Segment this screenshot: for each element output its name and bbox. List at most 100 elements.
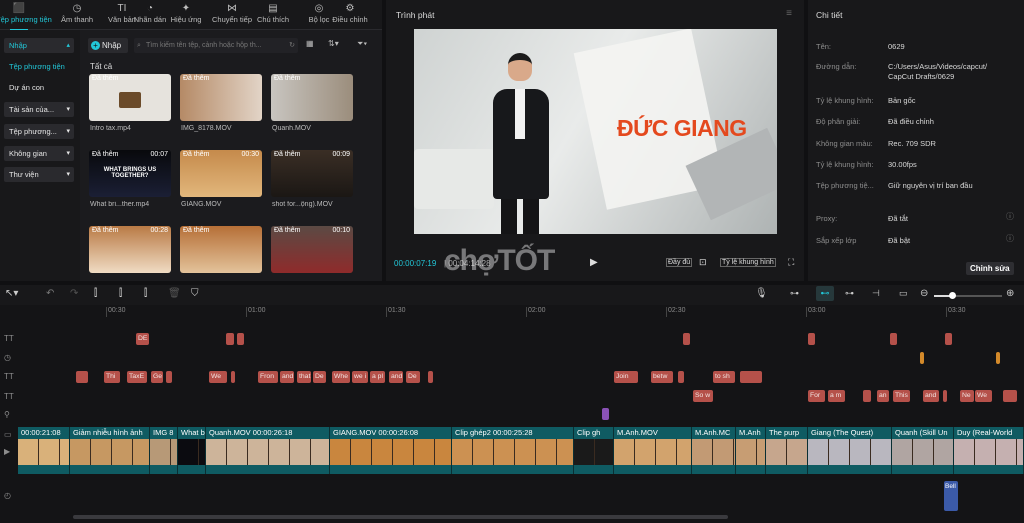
nav-space[interactable]: Không gian ▾ [4, 146, 74, 161]
text-clip[interactable] [428, 371, 433, 383]
import-button[interactable]: + Nhập [88, 38, 128, 53]
video-clip[interactable]: IMG 8 [150, 427, 178, 474]
select-tool-icon[interactable]: ↖▾ [5, 288, 18, 299]
video-clip[interactable]: Quanh.MOV 00:00:26:18 [206, 427, 330, 474]
text-clip[interactable] [231, 371, 235, 383]
toolbar-tab-0[interactable]: ⬛ Tệp phương tiện [0, 2, 52, 31]
text-clip[interactable]: This [893, 390, 910, 402]
media-thumbnail[interactable]: Đã thêm 00:10 [271, 226, 353, 273]
grid-view-icon[interactable]: ▦ [306, 39, 314, 48]
fullscreen-icon[interactable]: ⛶ [788, 257, 794, 268]
media-thumbnail[interactable]: Đã thêm 00:07 WHAT BRINGS US TOGETHER? [89, 150, 171, 197]
text-clip[interactable]: an [877, 390, 889, 402]
text-clip[interactable] [808, 333, 815, 345]
delete-icon[interactable]: 🗑 [168, 288, 181, 299]
video-clip[interactable]: The purp [766, 427, 808, 474]
media-thumbnail[interactable]: Đã thêm 00:09 [271, 150, 353, 197]
zoom-in-icon[interactable]: ⊕ [1006, 288, 1014, 299]
text-clip[interactable]: Thi [104, 371, 120, 383]
text-clip[interactable] [76, 371, 88, 383]
text-clip[interactable]: to sh [713, 371, 735, 383]
redo-icon[interactable]: ↷ [70, 288, 78, 299]
sticker-clip[interactable] [602, 408, 609, 420]
split-icon[interactable]: ⫿ [94, 288, 97, 299]
play-icon[interactable]: ▶ [590, 257, 598, 268]
video-clip[interactable]: GIANG.MOV 00:00:26:08 [330, 427, 452, 474]
text-clip[interactable]: that [297, 371, 311, 383]
text-clip[interactable]: So w [693, 390, 713, 402]
media-thumbnail[interactable]: Đã thêm [180, 74, 262, 121]
sort-icon[interactable]: ⇅▾ [328, 39, 339, 48]
microphone-icon[interactable]: 🎙 [755, 288, 768, 299]
align-icon[interactable]: ⊣ [872, 288, 880, 299]
snapshot-icon[interactable]: ⊡ [699, 257, 707, 268]
nav-assets[interactable]: Tài sản của... ▾ [4, 102, 74, 117]
text-clip[interactable]: a pl [370, 371, 385, 383]
text-clip[interactable] [678, 371, 684, 383]
text-clip[interactable]: For [808, 390, 825, 402]
nav-project[interactable]: Dự án con [4, 80, 74, 95]
text-clip[interactable] [945, 333, 952, 345]
toolbar-tab-8[interactable]: ⚙ Điều chỉnh [327, 2, 373, 24]
text-clip[interactable]: We [209, 371, 227, 383]
nav-library[interactable]: Thư viện ▾ [4, 167, 74, 182]
search-input[interactable]: ⌕ Tìm kiếm tên tệp, cảnh hoặc hộp th... … [134, 38, 298, 53]
effect-clip[interactable] [996, 352, 1000, 364]
nav-media2[interactable]: Tệp phương... ▾ [4, 124, 74, 139]
video-clip[interactable]: Duy (Real-World [954, 427, 1024, 474]
zoom-slider-handle[interactable] [949, 292, 956, 299]
text-clip[interactable] [890, 333, 897, 345]
toolbar-tab-5[interactable]: ⋈ Chuyển tiếp [209, 2, 255, 24]
video-clip[interactable]: Clip gh [574, 427, 614, 474]
nav-media[interactable]: Tệp phương tiện [4, 59, 74, 74]
text-clip[interactable] [943, 390, 947, 402]
text-clip[interactable]: a m [828, 390, 845, 402]
text-clip[interactable] [863, 390, 871, 402]
media-thumbnail[interactable]: Đã thêm [89, 74, 171, 121]
video-clip[interactable]: M.Anh.MC [692, 427, 736, 474]
split-right-icon[interactable]: ⫿ [144, 288, 147, 299]
text-clip[interactable]: Ge [151, 371, 163, 383]
undo-icon[interactable]: ↶ [46, 288, 54, 299]
aspect-ratio-button[interactable]: Tỷ lệ khung hình [720, 258, 776, 267]
text-clip[interactable]: TaxE [127, 371, 147, 383]
magnet-icon[interactable]: ⊷ [816, 286, 834, 301]
text-clip[interactable]: Whe [332, 371, 350, 383]
media-thumbnail[interactable]: Đã thêm 00:28 [89, 226, 171, 273]
media-thumbnail[interactable]: Đã thêm [271, 74, 353, 121]
text-clip[interactable] [683, 333, 690, 345]
video-clip[interactable]: Giảm nhiễu hình ảnh [70, 427, 150, 474]
split-left-icon[interactable]: ⫿ [119, 288, 122, 299]
text-clip[interactable] [166, 371, 172, 383]
text-clip[interactable]: we i [352, 371, 368, 383]
video-preview[interactable]: ĐỨC GIANG [414, 29, 777, 234]
link2-icon[interactable]: ⊶ [845, 288, 854, 299]
text-clip[interactable]: Join [614, 371, 638, 383]
video-clip[interactable]: M.Anh [736, 427, 766, 474]
video-clip[interactable]: Giang (The Quest) [808, 427, 892, 474]
link-icon[interactable]: ⊶ [790, 288, 799, 299]
toolbar-tab-1[interactable]: ◷ Âm thanh [54, 2, 100, 24]
text-clip[interactable]: and [280, 371, 294, 383]
zoom-slider[interactable] [934, 292, 1002, 299]
text-clip[interactable] [226, 333, 234, 345]
effect-clip[interactable] [920, 352, 924, 364]
audio-clip[interactable]: Bell [944, 481, 958, 511]
horizontal-scrollbar[interactable] [73, 515, 728, 519]
text-clip[interactable]: We [975, 390, 992, 402]
video-clip[interactable]: 00:00:21:08 [18, 427, 70, 474]
video-clip[interactable]: Quanh (Skill Un [892, 427, 954, 474]
media-thumbnail[interactable]: Đã thêm [180, 226, 262, 273]
edit-button[interactable]: Chỉnh sửa [966, 262, 1014, 275]
text-clip[interactable]: and [389, 371, 403, 383]
info-icon[interactable]: ⓘ [1006, 211, 1014, 222]
filter-icon[interactable]: ⏷▾ [357, 39, 367, 49]
text-clip[interactable]: Ne [960, 390, 974, 402]
full-quality-button[interactable]: Đầy đủ [666, 258, 693, 267]
zoom-out-icon[interactable]: ⊖ [920, 288, 928, 299]
text-clip[interactable]: betw [651, 371, 673, 383]
text-clip[interactable]: and [923, 390, 939, 402]
text-clip[interactable]: De [313, 371, 326, 383]
toolbar-tab-6[interactable]: ▤ Chú thích [250, 2, 296, 24]
info-icon[interactable]: ⓘ [1006, 233, 1014, 244]
